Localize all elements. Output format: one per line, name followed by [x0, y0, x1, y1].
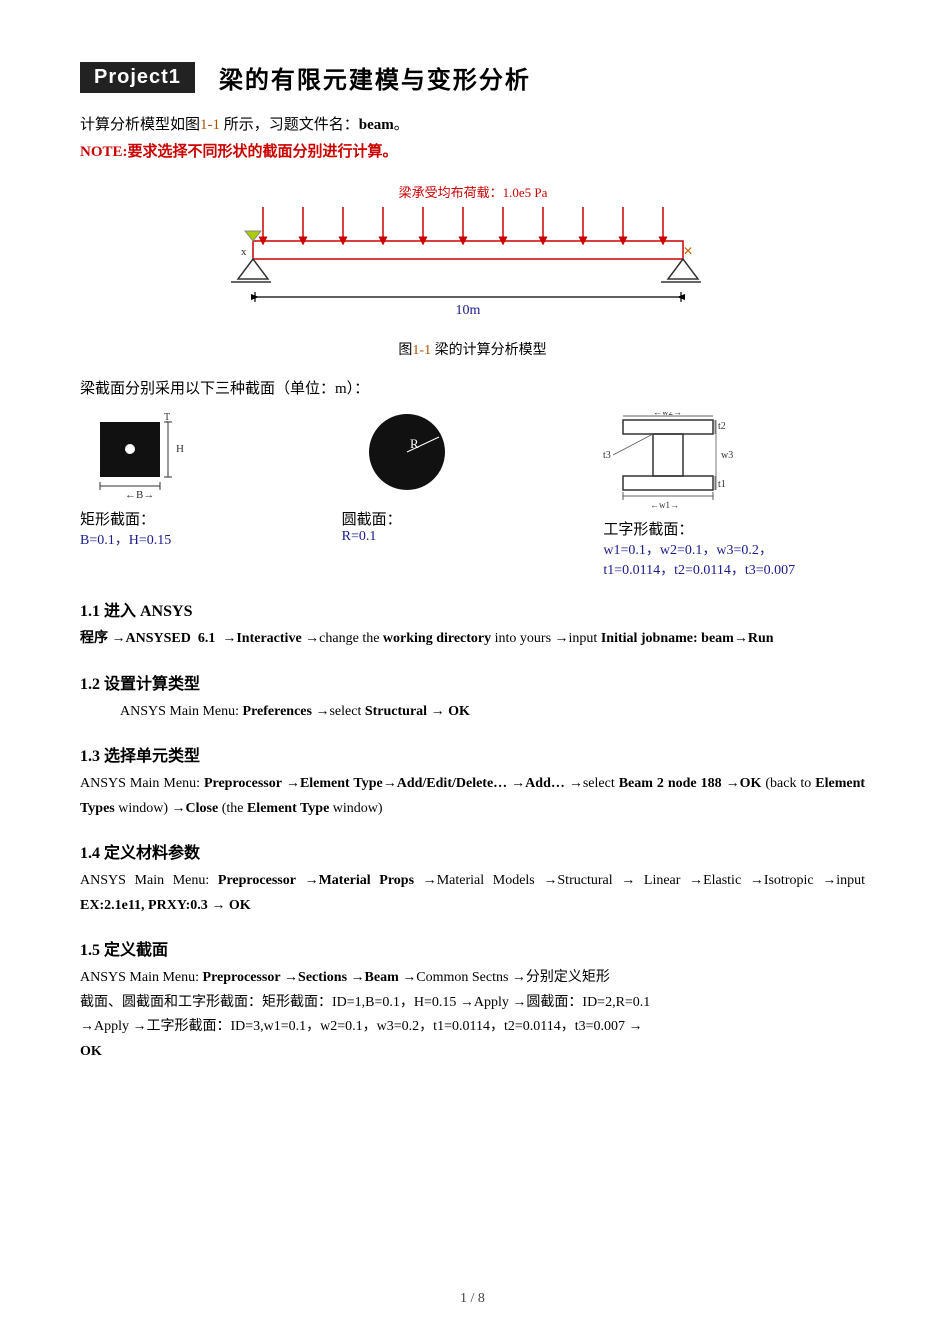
rect-svg: H ←B→ T: [80, 412, 200, 502]
rect-label: 矩形截面：: [80, 508, 155, 529]
cross-sections: H ←B→ T 矩形截面： B=0.1，H=0.15 R 圆截: [80, 412, 865, 579]
svg-text:梁承受均布荷载：1.0e5 Pa: 梁承受均布荷载：1.0e5 Pa: [398, 185, 547, 200]
svg-text:t1: t1: [718, 479, 726, 490]
project-badge: Project1: [80, 62, 195, 93]
circle-vals: R=0.1: [342, 529, 377, 545]
sec1-prog: 程序: [80, 631, 108, 646]
diagram-area: 梁承受均布荷载：1.0e5 Pa: [80, 179, 865, 369]
svg-text:H: H: [176, 443, 184, 455]
fig-caption: 图1-1 梁的计算分析模型: [398, 339, 546, 359]
sec3-heading: 1.3 选择单元类型: [80, 742, 865, 766]
filename: beam: [359, 117, 394, 133]
sec4-heading: 1.4 定义材料参数: [80, 839, 865, 863]
circle-section-block: R 圆截面： R=0.1: [342, 412, 604, 545]
i-vals: w1=0.1，w2=0.1，w3=0.2，: [603, 539, 773, 559]
sec1-heading: 1.1 进入 ANSYS: [80, 597, 865, 621]
i-label: 工字形截面：: [603, 518, 693, 539]
apply-label2: Apply: [94, 1019, 129, 1034]
svg-text:t3: t3: [603, 450, 611, 461]
svg-text:x: x: [241, 246, 247, 258]
section-desc: 梁截面分别采用以下三种截面（单位：m）：: [80, 377, 865, 398]
intro-text: 计算分析模型如图: [80, 117, 200, 133]
sec5-heading: 1.5 定义截面: [80, 936, 865, 960]
rect-section-block: H ←B→ T 矩形截面： B=0.1，H=0.15: [80, 412, 342, 549]
rect-vals: B=0.1，H=0.15: [80, 529, 171, 549]
note-line: NOTE:要求选择不同形状的截面分别进行计算。: [80, 140, 865, 161]
i-svg: t2 t3 t1 ←w2→ w3 ←w1→: [603, 412, 783, 512]
sec5-content: ANSYS Main Menu: Preprocessor →Sections …: [80, 966, 865, 1064]
page-title: 梁的有限元建模与变形分析: [219, 60, 531, 95]
page: Project1 梁的有限元建模与变形分析 计算分析模型如图1-1 所示，习题文…: [0, 0, 945, 1337]
page-footer: 1 / 8: [0, 1291, 945, 1307]
fig-num: 1-1: [412, 343, 431, 358]
svg-text:←B→: ←B→: [125, 489, 154, 501]
sec1-content: 程序 →ANSYSED 6.1 →Interactive →change the…: [80, 627, 865, 652]
sec2-content: ANSYS Main Menu: Preferences →select Str…: [80, 700, 865, 725]
circle-svg: R: [342, 412, 472, 502]
svg-text:10m: 10m: [455, 303, 480, 318]
intro-text2: 所示，习题文件名：: [220, 117, 359, 133]
svg-text:w3: w3: [721, 450, 733, 461]
svg-text:t2: t2: [718, 421, 726, 432]
rect-vals2: t1=0.0114，t2=0.0114，t3=0.007: [603, 559, 795, 579]
i-section-block: t2 t3 t1 ←w2→ w3 ←w1→ 工字形: [603, 412, 865, 579]
sec3-content: ANSYS Main Menu: Preprocessor →Element T…: [80, 772, 865, 821]
page-number: 1 / 8: [460, 1291, 485, 1306]
title-row: Project1 梁的有限元建模与变形分析: [80, 60, 865, 95]
svg-text:←w1→: ←w1→: [650, 500, 679, 510]
sec2-heading: 1.2 设置计算类型: [80, 670, 865, 694]
circle-label: 圆截面：: [342, 508, 402, 529]
svg-text:✕: ✕: [683, 244, 693, 258]
fig-ref-intro: 1-1: [200, 117, 220, 133]
beam-svg: 梁承受均布荷载：1.0e5 Pa: [193, 179, 753, 334]
intro-line: 计算分析模型如图1-1 所示，习题文件名：beam。: [80, 113, 865, 134]
sec4-content: ANSYS Main Menu: Preprocessor →Material …: [80, 869, 865, 918]
apply-label: Apply: [474, 995, 509, 1010]
beam-diagram: 梁承受均布荷载：1.0e5 Pa: [193, 179, 753, 339]
svg-text:←w2→: ←w2→: [653, 412, 682, 417]
